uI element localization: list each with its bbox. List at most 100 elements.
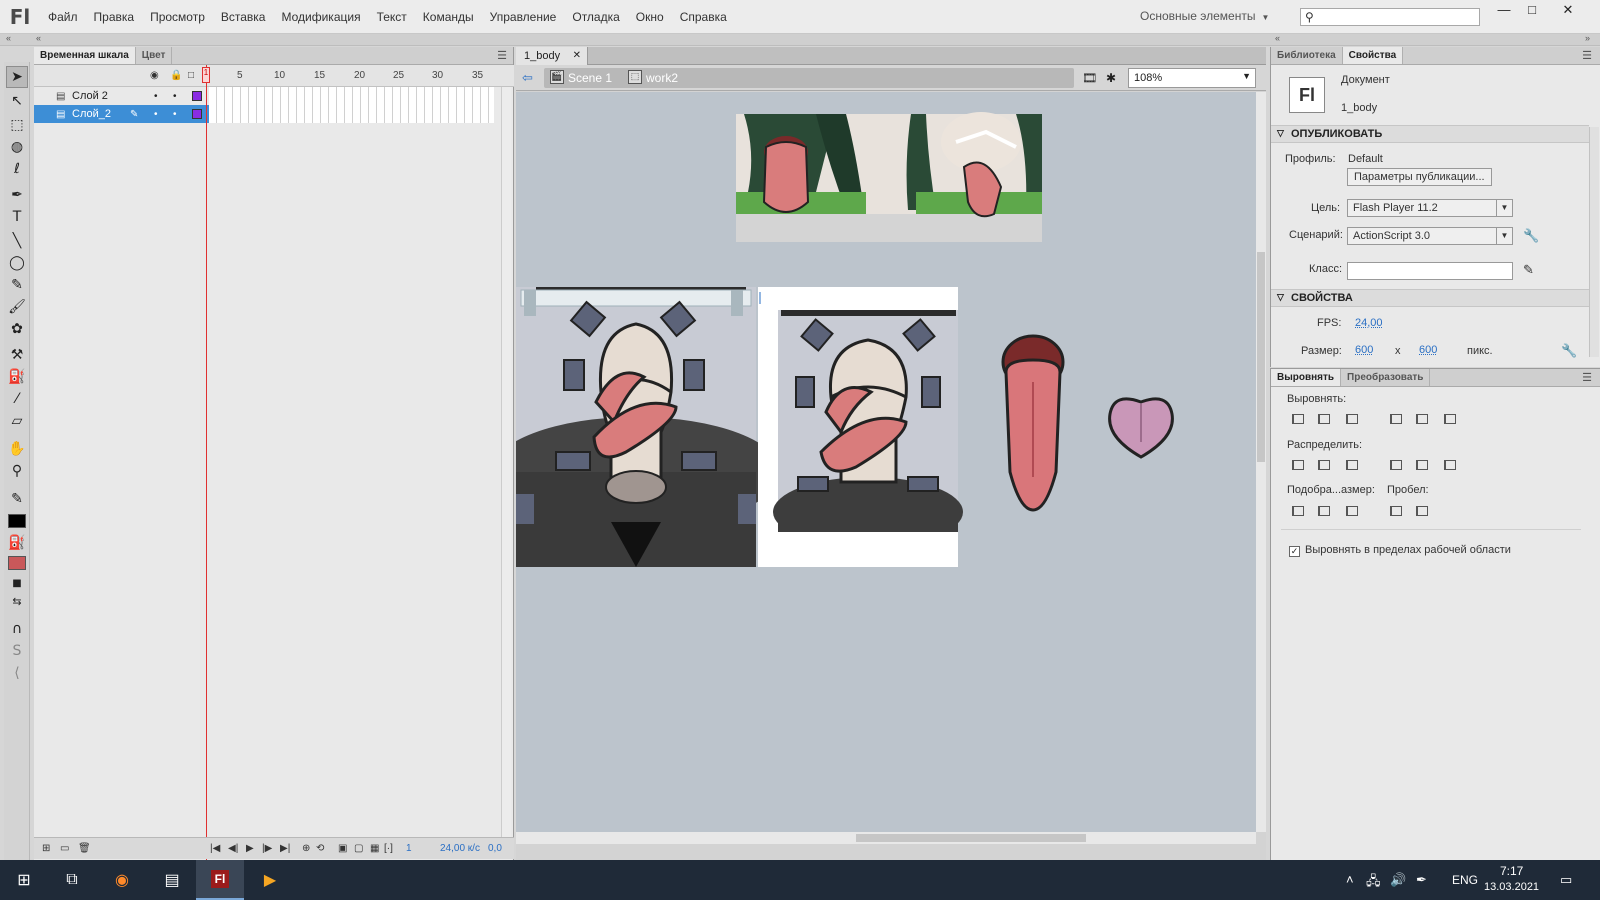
line-tool-icon[interactable]: ╲: [6, 230, 28, 252]
clock-time[interactable]: 7:17: [1500, 864, 1523, 878]
properties-section-header[interactable]: ▽ СВОЙСТВА: [1271, 289, 1589, 307]
collapse-right-icon[interactable]: »: [1585, 33, 1590, 43]
panel-menu-icon[interactable]: ☰: [1582, 371, 1592, 384]
play-icon[interactable]: ▶: [246, 843, 254, 854]
onion-skin-icon[interactable]: ▣: [338, 843, 347, 854]
media-player-icon[interactable]: ▶: [246, 860, 294, 900]
back-arrow-icon[interactable]: ⇦: [522, 70, 533, 86]
match-width-icon[interactable]: [1289, 503, 1307, 519]
menu-insert[interactable]: Вставка: [213, 10, 274, 24]
match-width-height-icon[interactable]: [1343, 503, 1361, 519]
paint-bucket-tool-icon[interactable]: ⛽: [6, 366, 28, 388]
stage-vertical-scrollbar[interactable]: [1256, 92, 1266, 832]
match-height-icon[interactable]: [1315, 503, 1333, 519]
menu-file[interactable]: Файл: [40, 10, 86, 24]
playhead[interactable]: [206, 65, 207, 860]
outline-icon[interactable]: □: [188, 70, 194, 81]
wrench-icon[interactable]: 🔧: [1523, 228, 1539, 244]
tab-document[interactable]: 1_body ✕: [516, 47, 588, 65]
align-to-stage-checkbox[interactable]: ✓: [1289, 546, 1300, 557]
tab-properties[interactable]: Свойства: [1342, 47, 1404, 64]
layer-outline-color[interactable]: [192, 91, 202, 101]
eyedropper-tool-icon[interactable]: ⁄: [6, 388, 28, 410]
close-button[interactable]: ✕: [1552, 2, 1584, 20]
layer-row[interactable]: ▤ Слой 2 • •: [34, 87, 209, 105]
align-top-icon[interactable]: [1387, 411, 1405, 427]
height-value[interactable]: 600: [1419, 344, 1437, 356]
distribute-right-icon[interactable]: [1441, 457, 1459, 473]
stage-horizontal-scrollbar[interactable]: [516, 832, 1256, 844]
space-vertical-icon[interactable]: [1387, 503, 1405, 519]
align-right-icon[interactable]: [1343, 411, 1361, 427]
zoom-tool-icon[interactable]: ⚲: [6, 460, 28, 482]
volume-icon[interactable]: 🔊: [1390, 872, 1406, 888]
eraser-tool-icon[interactable]: ▱: [6, 410, 28, 432]
onion-outlines-icon[interactable]: ▢: [354, 843, 363, 854]
properties-scrollbar[interactable]: [1589, 127, 1599, 357]
playhead-marker[interactable]: 1: [202, 67, 210, 83]
publish-section-header[interactable]: ▽ ОПУБЛИКОВАТЬ: [1271, 125, 1589, 143]
brush-tool-icon[interactable]: 🖌: [6, 296, 28, 318]
smooth-icon[interactable]: S: [6, 640, 28, 662]
scrollbar-thumb[interactable]: [856, 834, 1086, 842]
delete-layer-icon[interactable]: 🗑: [78, 843, 91, 854]
menu-edit[interactable]: Правка: [86, 10, 143, 24]
hand-tool-icon[interactable]: ✋: [6, 438, 28, 460]
menu-control[interactable]: Управление: [482, 10, 565, 24]
width-value[interactable]: 600: [1355, 344, 1373, 356]
step-back-icon[interactable]: ◀|: [228, 843, 238, 854]
lasso-tool-icon[interactable]: ℓ: [6, 158, 28, 180]
timeline-scrollbar[interactable]: [501, 87, 511, 847]
panel-menu-icon[interactable]: ☰: [1582, 49, 1592, 62]
menu-modify[interactable]: Модификация: [273, 10, 368, 24]
network-icon[interactable]: 🖧: [1366, 872, 1381, 894]
go-to-last-icon[interactable]: ▶|: [280, 843, 290, 854]
tab-library[interactable]: Библиотека: [1271, 47, 1343, 64]
script-select[interactable]: ActionScript 3.0 ▼: [1347, 227, 1513, 245]
3d-rotation-tool-icon[interactable]: ◍: [6, 136, 28, 158]
lock-icon[interactable]: 🔒: [170, 70, 182, 81]
space-horizontal-icon[interactable]: [1413, 503, 1431, 519]
go-to-first-icon[interactable]: |◀: [210, 843, 220, 854]
frame-rate[interactable]: 24,00 к/с: [440, 843, 480, 854]
swap-colors-icon[interactable]: ⇆: [6, 590, 28, 612]
subselection-tool-icon[interactable]: ↖: [6, 90, 28, 112]
windows-start-icon[interactable]: ⊞: [0, 860, 48, 900]
menu-window[interactable]: Окно: [628, 10, 672, 24]
fill-color-swatch[interactable]: [8, 556, 26, 570]
clock-date[interactable]: 13.03.2021: [1484, 881, 1539, 893]
bone-tool-icon[interactable]: ⚒: [6, 344, 28, 366]
chevron-up-icon[interactable]: ˄: [1346, 872, 1354, 887]
edit-scene-icon[interactable]: 🎞: [1082, 71, 1098, 85]
collapse-left-icon[interactable]: «: [6, 33, 11, 43]
pen-tool-icon[interactable]: ✒: [6, 184, 28, 206]
close-icon[interactable]: ✕: [573, 50, 581, 61]
wrench-icon[interactable]: 🔧: [1561, 343, 1577, 359]
panel-menu-icon[interactable]: ☰: [497, 49, 507, 62]
file-explorer-icon[interactable]: ▤: [148, 860, 196, 900]
scrollbar-thumb[interactable]: [1257, 252, 1265, 462]
target-select[interactable]: Flash Player 11.2 ▼: [1347, 199, 1513, 217]
search-input[interactable]: ⚲: [1300, 8, 1480, 26]
distribute-bottom-icon[interactable]: [1343, 457, 1361, 473]
text-tool-icon[interactable]: T: [6, 206, 28, 228]
notifications-icon[interactable]: ▭: [1560, 872, 1572, 888]
align-horizontal-center-icon[interactable]: [1315, 411, 1333, 427]
menu-commands[interactable]: Команды: [415, 10, 482, 24]
stroke-color-swatch[interactable]: [8, 514, 26, 528]
edit-symbols-icon[interactable]: ✱: [1106, 71, 1122, 85]
task-view-icon[interactable]: ⧉: [48, 860, 96, 900]
breadcrumb-scene[interactable]: Scene 1: [568, 71, 612, 85]
collapse-left-icon[interactable]: «: [36, 33, 41, 43]
distribute-left-icon[interactable]: [1387, 457, 1405, 473]
eye-icon[interactable]: ◉: [150, 70, 159, 81]
tab-color[interactable]: Цвет: [136, 47, 173, 64]
publish-settings-button[interactable]: Параметры публикации...: [1347, 168, 1492, 186]
layer-row-selected[interactable]: ▤ Слой_2 ✎ • •: [34, 105, 209, 123]
menu-view[interactable]: Просмотр: [142, 10, 213, 24]
visibility-dot[interactable]: •: [154, 91, 158, 102]
oval-tool-icon[interactable]: ◯: [6, 252, 28, 274]
new-layer-icon[interactable]: ⊞: [42, 843, 50, 854]
pen-workspace-icon[interactable]: ✒: [1416, 872, 1427, 888]
new-folder-icon[interactable]: ▭: [60, 843, 69, 854]
